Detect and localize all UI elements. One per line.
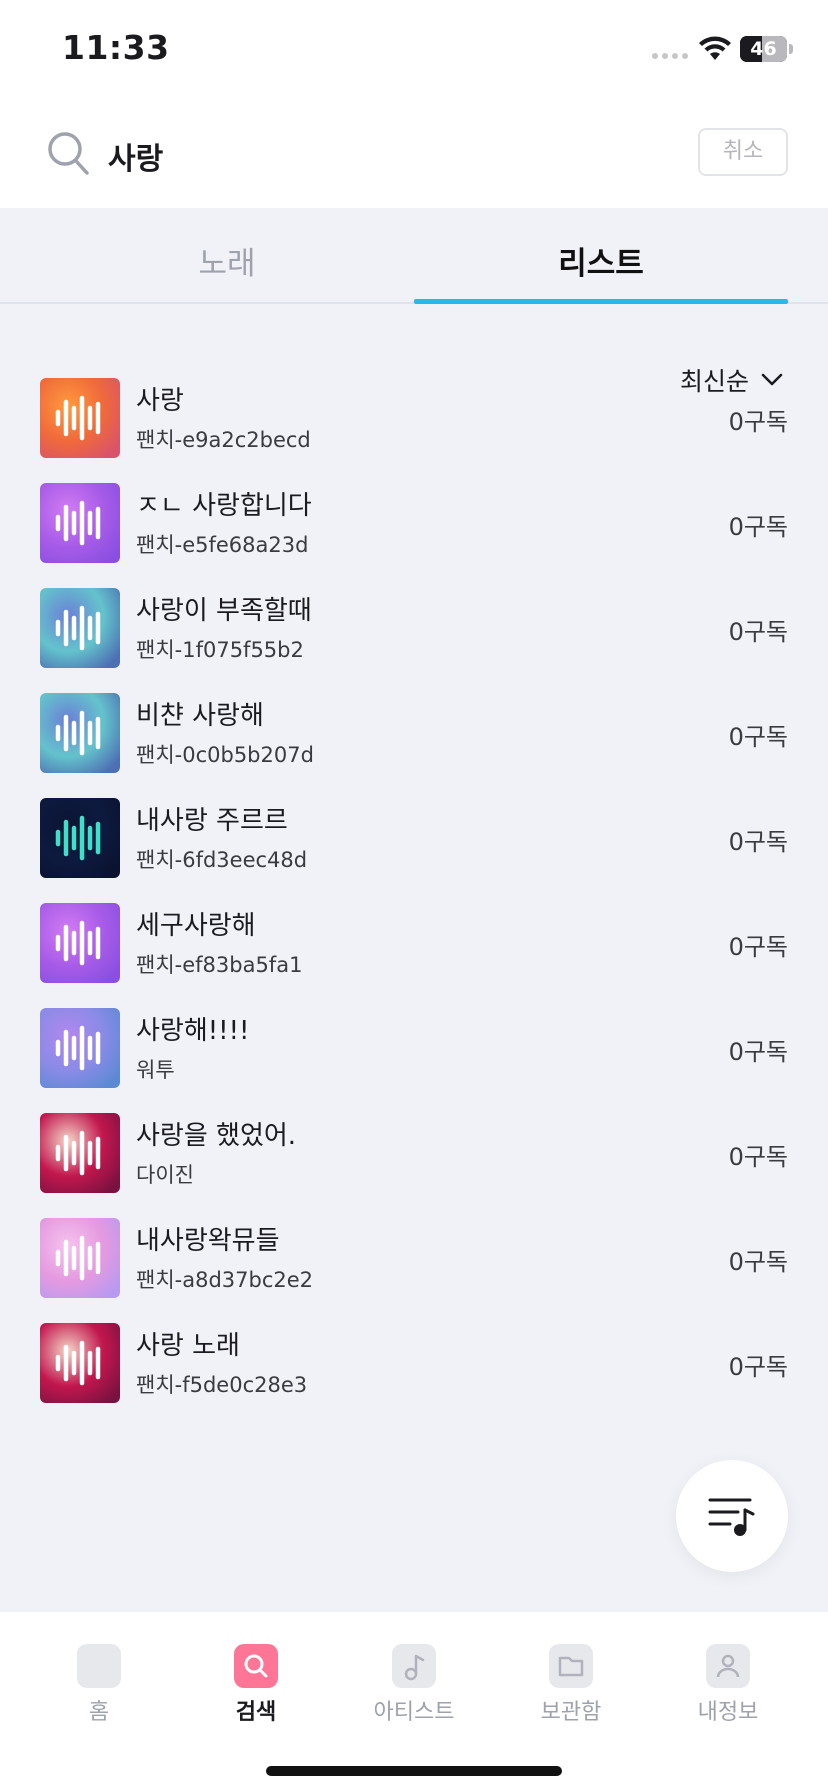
subscriber-count: 0구독 — [728, 513, 788, 541]
tab-list[interactable]: 리스트 — [414, 208, 788, 304]
playlist-row[interactable]: ㅈㄴ 사랑합니다팬치-e5fe68a23d 0구독 — [0, 473, 828, 593]
playlist-thumbnail — [40, 1218, 120, 1298]
subscriber-count: 0구독 — [728, 723, 788, 751]
cancel-button[interactable]: 취소 — [698, 128, 788, 176]
playlist-title: 사랑해!!!! — [136, 1016, 250, 1046]
search-header: 사랑 취소 — [0, 100, 828, 208]
nav-profile-label: 내정보 — [697, 1700, 759, 1725]
playlist-icon — [708, 1498, 755, 1536]
playlist-thumbnail — [40, 903, 120, 983]
search-input[interactable]: 사랑 — [108, 134, 163, 178]
nav-library[interactable]: 보관함 — [511, 1632, 631, 1732]
nav-artist[interactable]: 아티스트 — [354, 1632, 474, 1732]
status-bar: 11:33 46 — [0, 0, 828, 100]
subscriber-count: 0구독 — [728, 1038, 788, 1066]
playlist-thumbnail — [40, 1008, 120, 1088]
playlist-title: 사랑 — [136, 386, 184, 416]
wifi-icon — [699, 36, 731, 60]
profile-icon — [706, 1644, 750, 1688]
playlist-thumbnail — [40, 1113, 120, 1193]
playlist-owner: 팬치-ef83ba5fa1 — [136, 953, 303, 977]
playlist-title: 세구사랑해 — [136, 911, 256, 941]
music-note-icon — [392, 1644, 436, 1688]
playlist-title: 사랑이 부족할때 — [136, 596, 312, 626]
home-icon — [77, 1644, 121, 1688]
nav-home[interactable]: 홈 — [39, 1632, 159, 1732]
tab-bar: 노래 리스트 — [0, 208, 828, 304]
tab-songs[interactable]: 노래 — [40, 208, 414, 304]
playlist-owner: 팬치-a8d37bc2e2 — [136, 1268, 314, 1292]
subscriber-count: 0구독 — [728, 1248, 788, 1276]
nav-library-label: 보관함 — [540, 1700, 602, 1725]
playlist-row[interactable]: 세구사랑해팬치-ef83ba5fa1 0구독 — [0, 893, 828, 1013]
playlist-title: 사랑을 했었어. — [136, 1121, 297, 1151]
playlist-title: 비챤 사랑해 — [136, 701, 264, 731]
search-icon — [234, 1644, 278, 1688]
nav-artist-label: 아티스트 — [373, 1700, 455, 1725]
playlist-thumbnail — [40, 798, 120, 878]
playlist-owner: 다이진 — [136, 1163, 194, 1187]
playlist-thumbnail — [40, 588, 120, 668]
playlist-row[interactable]: 사랑팬치-e9a2c2becd 0구독 — [0, 368, 828, 488]
playlist-title: 내사랑왁뮤들 — [136, 1226, 280, 1256]
subscriber-count: 0구독 — [728, 1143, 788, 1171]
playlist-row[interactable]: 사랑 노래팬치-f5de0c28e3 0구독 — [0, 1313, 828, 1433]
playlist-row[interactable]: 비챤 사랑해팬치-0c0b5b207d 0구독 — [0, 683, 828, 803]
playlist-row[interactable]: 사랑이 부족할때팬치-1f075f55b2 0구독 — [0, 578, 828, 698]
playlist-owner: 팬치-0c0b5b207d — [136, 743, 314, 767]
bottom-navigation: 홈 검색 아티스트 보관함 내정보 — [0, 1612, 828, 1792]
playlist-thumbnail — [40, 378, 120, 458]
playlist-owner: 팬치-1f075f55b2 — [136, 638, 304, 662]
subscriber-count: 0구독 — [728, 1353, 788, 1381]
active-tab-indicator — [414, 299, 788, 304]
subscriber-count: 0구독 — [728, 618, 788, 646]
playlist-owner: 팬치-6fd3eec48d — [136, 848, 308, 872]
battery-icon: 46 — [740, 36, 787, 62]
nav-profile[interactable]: 내정보 — [668, 1632, 788, 1732]
playlist-owner: 팬치-e9a2c2becd — [136, 428, 311, 452]
playlist-thumbnail — [40, 1323, 120, 1403]
subscriber-count: 0구독 — [728, 933, 788, 961]
battery-tip — [789, 44, 793, 54]
cellular-signal-icon — [652, 53, 688, 59]
playlist-title: 내사랑 주르르 — [136, 806, 288, 836]
playlist-owner: 워투 — [136, 1058, 175, 1082]
playlist-row[interactable]: 내사랑왁뮤들팬치-a8d37bc2e2 0구독 — [0, 1208, 828, 1328]
playlist-title: ㅈㄴ 사랑합니다 — [136, 491, 312, 521]
playlist-owner: 팬치-f5de0c28e3 — [136, 1373, 308, 1397]
playlist-thumbnail — [40, 693, 120, 773]
home-indicator — [266, 1766, 562, 1776]
battery-level: 46 — [750, 38, 777, 60]
playlist-row[interactable]: 내사랑 주르르팬치-6fd3eec48d 0구독 — [0, 788, 828, 908]
playlist-row[interactable]: 사랑을 했었어. 다이진 0구독 — [0, 1103, 828, 1223]
subscriber-count: 0구독 — [728, 408, 788, 436]
subscriber-count: 0구독 — [728, 828, 788, 856]
folder-icon — [549, 1644, 593, 1688]
status-time: 11:33 — [62, 28, 170, 67]
playlist-queue-button[interactable] — [676, 1460, 788, 1572]
playlist-thumbnail — [40, 483, 120, 563]
playlist-title: 사랑 노래 — [136, 1331, 240, 1361]
playlist-owner: 팬치-e5fe68a23d — [136, 533, 309, 557]
nav-search-label: 검색 — [235, 1700, 277, 1725]
playlist-row[interactable]: 사랑해!!!! 워투 0구독 — [0, 998, 828, 1118]
search-icon — [48, 132, 89, 175]
nav-home-label: 홈 — [88, 1700, 110, 1725]
nav-search[interactable]: 검색 — [196, 1632, 316, 1732]
